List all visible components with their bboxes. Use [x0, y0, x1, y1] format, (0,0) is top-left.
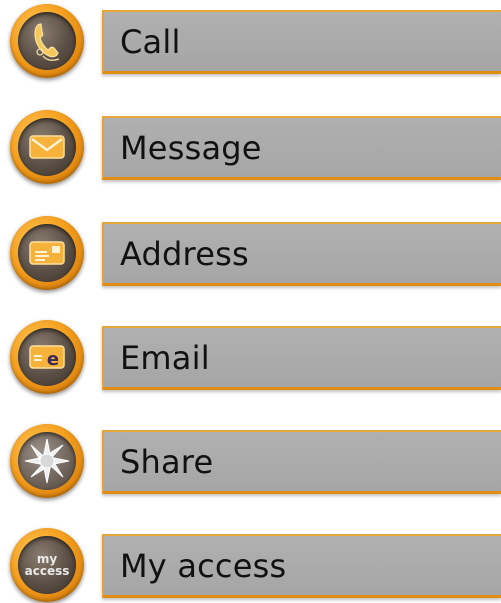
menu-item-email[interactable]: e Email — [0, 318, 501, 398]
call-label: Call — [120, 22, 181, 61]
my-access-icon: my access — [18, 536, 76, 594]
my-access-label: My access — [120, 546, 287, 585]
message-badge[interactable] — [10, 110, 84, 184]
share-label: Share — [120, 442, 214, 481]
message-label: Message — [120, 128, 262, 167]
share-icon — [18, 432, 76, 490]
email-card-icon: e — [18, 328, 76, 386]
menu-item-call[interactable]: Call — [0, 2, 501, 82]
call-badge[interactable] — [10, 4, 84, 78]
my-access-logo-line2: access — [24, 564, 70, 578]
my-access-badge[interactable]: my access — [10, 528, 84, 602]
phone-icon — [18, 12, 76, 70]
menu-item-share[interactable]: Share — [0, 422, 501, 502]
menu-item-message[interactable]: Message — [0, 108, 501, 188]
email-badge[interactable]: e — [10, 320, 84, 394]
address-card-icon — [18, 224, 76, 282]
menu-item-my-access[interactable]: my access My access — [0, 526, 501, 603]
email-button[interactable]: Email — [102, 326, 501, 390]
share-button[interactable]: Share — [102, 430, 501, 494]
call-button[interactable]: Call — [102, 10, 501, 74]
envelope-icon — [18, 118, 76, 176]
contact-menu: Call Message Address e Email Share my ac… — [0, 0, 501, 603]
my-access-button[interactable]: My access — [102, 534, 501, 598]
share-badge[interactable] — [10, 424, 84, 498]
address-label: Address — [120, 234, 249, 273]
message-button[interactable]: Message — [102, 116, 501, 180]
email-label: Email — [120, 338, 210, 377]
address-button[interactable]: Address — [102, 222, 501, 286]
svg-text:e: e — [47, 349, 59, 370]
address-badge[interactable] — [10, 216, 84, 290]
menu-item-address[interactable]: Address — [0, 214, 501, 294]
